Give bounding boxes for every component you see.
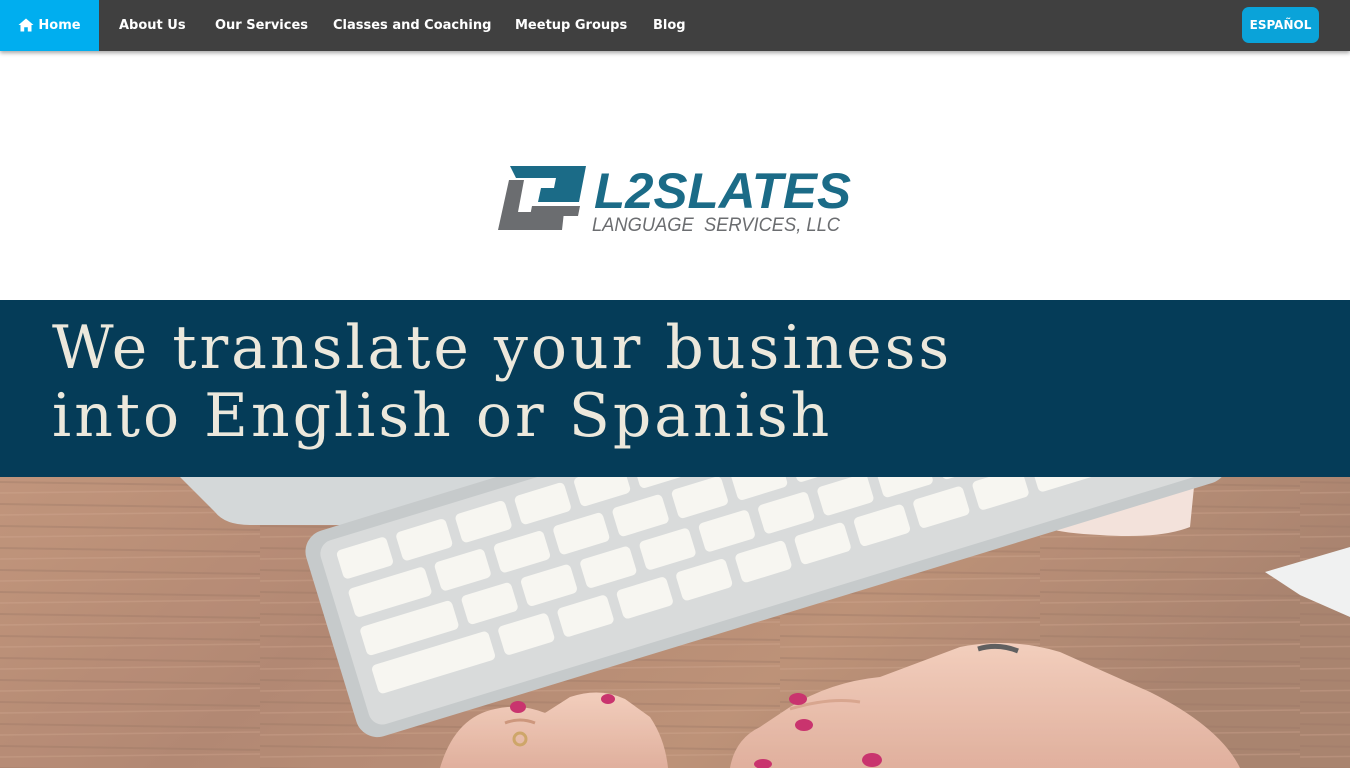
nav-home-link[interactable]: Home [0, 0, 99, 51]
keyboard-desk-photo [0, 477, 1350, 768]
banner-line-2: into English or Spanish [52, 381, 833, 451]
nav-meetup-link[interactable]: Meetup Groups [515, 0, 627, 51]
hero-image [0, 477, 1350, 768]
nav-services-link[interactable]: Our Services [215, 0, 308, 51]
hero-banner: We translate your business into English … [0, 300, 1350, 477]
top-navbar: Home About Us Our Services Classes and C… [0, 0, 1350, 51]
company-logo[interactable]: L2SLATES LANGUAGE SERVICES, LLC [496, 162, 856, 237]
nav-about-link[interactable]: About Us [119, 0, 186, 51]
espanol-button[interactable]: ESPAÑOL [1242, 7, 1319, 43]
nav-home-label: Home [38, 18, 81, 33]
logo-tagline: LANGUAGE SERVICES, LLC [592, 215, 840, 236]
nav-classes-link[interactable]: Classes and Coaching [333, 0, 491, 51]
logo-mark-bar [530, 206, 580, 216]
logo-name: L2SLATES [594, 163, 851, 219]
home-icon [18, 18, 34, 32]
logo-mark-bottom [498, 180, 564, 230]
nav-blog-link[interactable]: Blog [653, 0, 686, 51]
banner-line-1: We translate your business [52, 313, 953, 383]
